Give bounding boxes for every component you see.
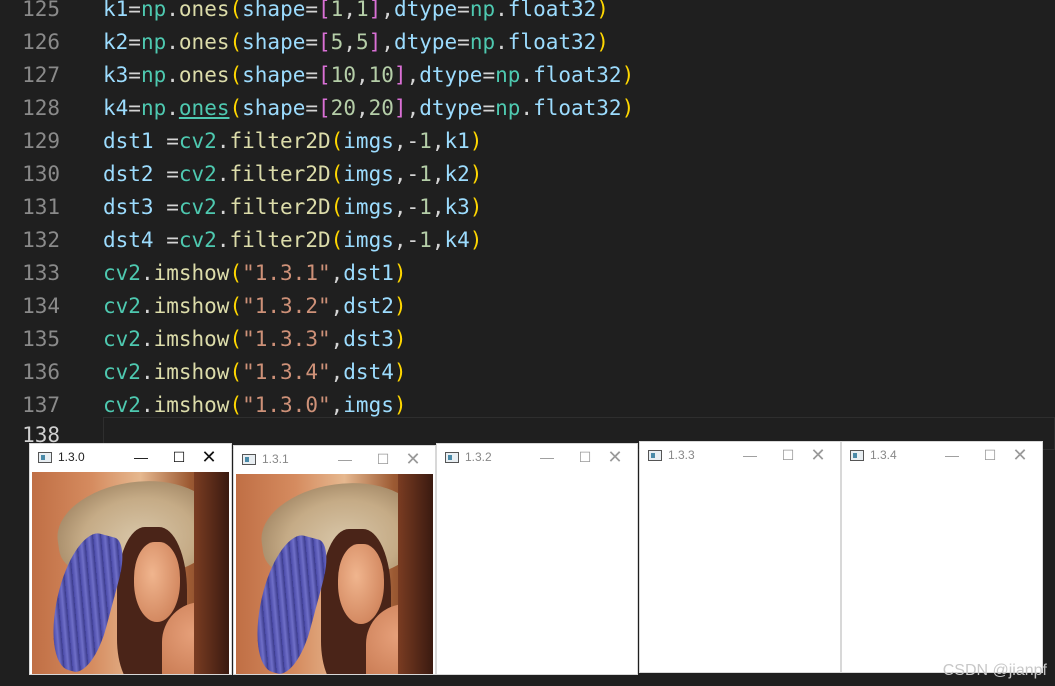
window-title: 1.3.0 <box>58 450 85 464</box>
code-text[interactable]: cv2.imshow("1.3.1",dst1) <box>103 257 407 290</box>
close-button[interactable]: ✕ <box>603 446 627 468</box>
app-window-icon <box>850 450 864 461</box>
image-window-1-3-1[interactable]: 1.3.1 — ☐ ✕ <box>234 446 435 674</box>
line-number: 130 <box>22 162 60 186</box>
line-number: 131 <box>22 195 60 219</box>
code-text[interactable]: dst4 =cv2.filter2D(imgs,-1,k4) <box>103 224 482 257</box>
code-line[interactable]: 128 k4=np.ones(shape=[20,20],dtype=np.fl… <box>0 92 1055 125</box>
line-number: 135 <box>22 327 60 351</box>
window-titlebar[interactable]: 1.3.1 — ☐ ✕ <box>234 446 435 474</box>
window-content-blank <box>842 470 1042 672</box>
image-window-1-3-0[interactable]: 1.3.0 — ☐ ✕ <box>30 444 231 674</box>
code-text[interactable]: cv2.imshow("1.3.2",dst2) <box>103 290 407 323</box>
image-window-1-3-3[interactable]: 1.3.3 — ☐ ✕ <box>640 442 840 672</box>
line-number: 129 <box>22 129 60 153</box>
line-number: 133 <box>22 261 60 285</box>
maximize-button[interactable]: ☐ <box>167 446 191 468</box>
image-window-1-3-4[interactable]: 1.3.4 — ☐ ✕ <box>842 442 1042 672</box>
code-text[interactable]: cv2.imshow("1.3.3",dst3) <box>103 323 407 356</box>
code-line[interactable]: 135 cv2.imshow("1.3.3",dst3) <box>0 323 1055 356</box>
line-number: 127 <box>22 63 60 87</box>
close-button[interactable]: ✕ <box>1008 444 1032 466</box>
window-title: 1.3.3 <box>668 448 695 462</box>
code-line[interactable]: 126 k2=np.ones(shape=[5,5],dtype=np.floa… <box>0 26 1055 59</box>
window-titlebar[interactable]: 1.3.2 — ☐ ✕ <box>437 444 637 472</box>
portrait-image <box>32 472 229 674</box>
line-number: 134 <box>22 294 60 318</box>
code-text[interactable]: dst2 =cv2.filter2D(imgs,-1,k2) <box>103 158 482 191</box>
minimize-button[interactable]: — <box>940 444 964 466</box>
maximize-button[interactable]: ☐ <box>776 444 800 466</box>
maximize-button[interactable]: ☐ <box>573 446 597 468</box>
code-line[interactable]: 137 cv2.imshow("1.3.0",imgs) <box>0 389 1055 422</box>
watermark: CSDN @jianpf <box>942 662 1047 679</box>
code-text[interactable]: cv2.imshow("1.3.4",dst4) <box>103 356 407 389</box>
window-content <box>234 474 435 674</box>
line-number: 137 <box>22 393 60 417</box>
minimize-button[interactable]: — <box>129 446 153 468</box>
window-content-blank <box>640 470 840 672</box>
line-number: 126 <box>22 30 60 54</box>
maximize-button[interactable]: ☐ <box>978 444 1002 466</box>
code-line[interactable]: 132 dst4 =cv2.filter2D(imgs,-1,k4) <box>0 224 1055 257</box>
app-window-icon <box>445 452 459 463</box>
code-line[interactable]: 131 dst3 =cv2.filter2D(imgs,-1,k3) <box>0 191 1055 224</box>
code-line[interactable]: 129 dst1 =cv2.filter2D(imgs,-1,k1) <box>0 125 1055 158</box>
close-button[interactable]: ✕ <box>197 446 221 468</box>
window-titlebar[interactable]: 1.3.3 — ☐ ✕ <box>640 442 840 470</box>
app-window-icon <box>242 454 256 465</box>
window-content <box>30 472 231 674</box>
code-text[interactable]: k2=np.ones(shape=[5,5],dtype=np.float32) <box>103 26 609 59</box>
code-text[interactable]: k1=np.ones(shape=[1,1],dtype=np.float32) <box>103 0 609 26</box>
code-text[interactable]: cv2.imshow("1.3.0",imgs) <box>103 389 407 422</box>
app-window-icon <box>648 450 662 461</box>
minimize-button[interactable]: — <box>333 448 357 470</box>
image-window-1-3-2[interactable]: 1.3.2 — ☐ ✕ <box>437 444 637 674</box>
window-titlebar[interactable]: 1.3.0 — ☐ ✕ <box>30 444 231 472</box>
app-window-icon <box>38 452 52 463</box>
line-number: 128 <box>22 96 60 120</box>
code-text[interactable]: k3=np.ones(shape=[10,10],dtype=np.float3… <box>103 59 634 92</box>
code-line[interactable]: 127 k3=np.ones(shape=[10,10],dtype=np.fl… <box>0 59 1055 92</box>
portrait-image <box>236 474 433 674</box>
code-text[interactable]: k4=np.ones(shape=[20,20],dtype=np.float3… <box>103 92 634 125</box>
window-content-blank <box>437 472 637 674</box>
code-line[interactable]: 133 cv2.imshow("1.3.1",dst1) <box>0 257 1055 290</box>
code-line[interactable]: 136 cv2.imshow("1.3.4",dst4) <box>0 356 1055 389</box>
code-text[interactable]: dst1 =cv2.filter2D(imgs,-1,k1) <box>103 125 482 158</box>
maximize-button[interactable]: ☐ <box>371 448 395 470</box>
line-number: 125 <box>22 0 60 21</box>
line-number: 132 <box>22 228 60 252</box>
code-line[interactable]: 130 dst2 =cv2.filter2D(imgs,-1,k2) <box>0 158 1055 191</box>
minimize-button[interactable]: — <box>535 446 559 468</box>
close-button[interactable]: ✕ <box>806 444 830 466</box>
window-title: 1.3.1 <box>262 452 289 466</box>
code-line[interactable]: 134 cv2.imshow("1.3.2",dst2) <box>0 290 1055 323</box>
window-title: 1.3.4 <box>870 448 897 462</box>
code-line[interactable]: 125 k1=np.ones(shape=[1,1],dtype=np.floa… <box>0 0 1055 26</box>
window-titlebar[interactable]: 1.3.4 — ☐ ✕ <box>842 442 1042 470</box>
minimize-button[interactable]: — <box>738 444 762 466</box>
code-text[interactable]: dst3 =cv2.filter2D(imgs,-1,k3) <box>103 191 482 224</box>
window-title: 1.3.2 <box>465 450 492 464</box>
close-button[interactable]: ✕ <box>401 448 425 470</box>
line-number: 136 <box>22 360 60 384</box>
